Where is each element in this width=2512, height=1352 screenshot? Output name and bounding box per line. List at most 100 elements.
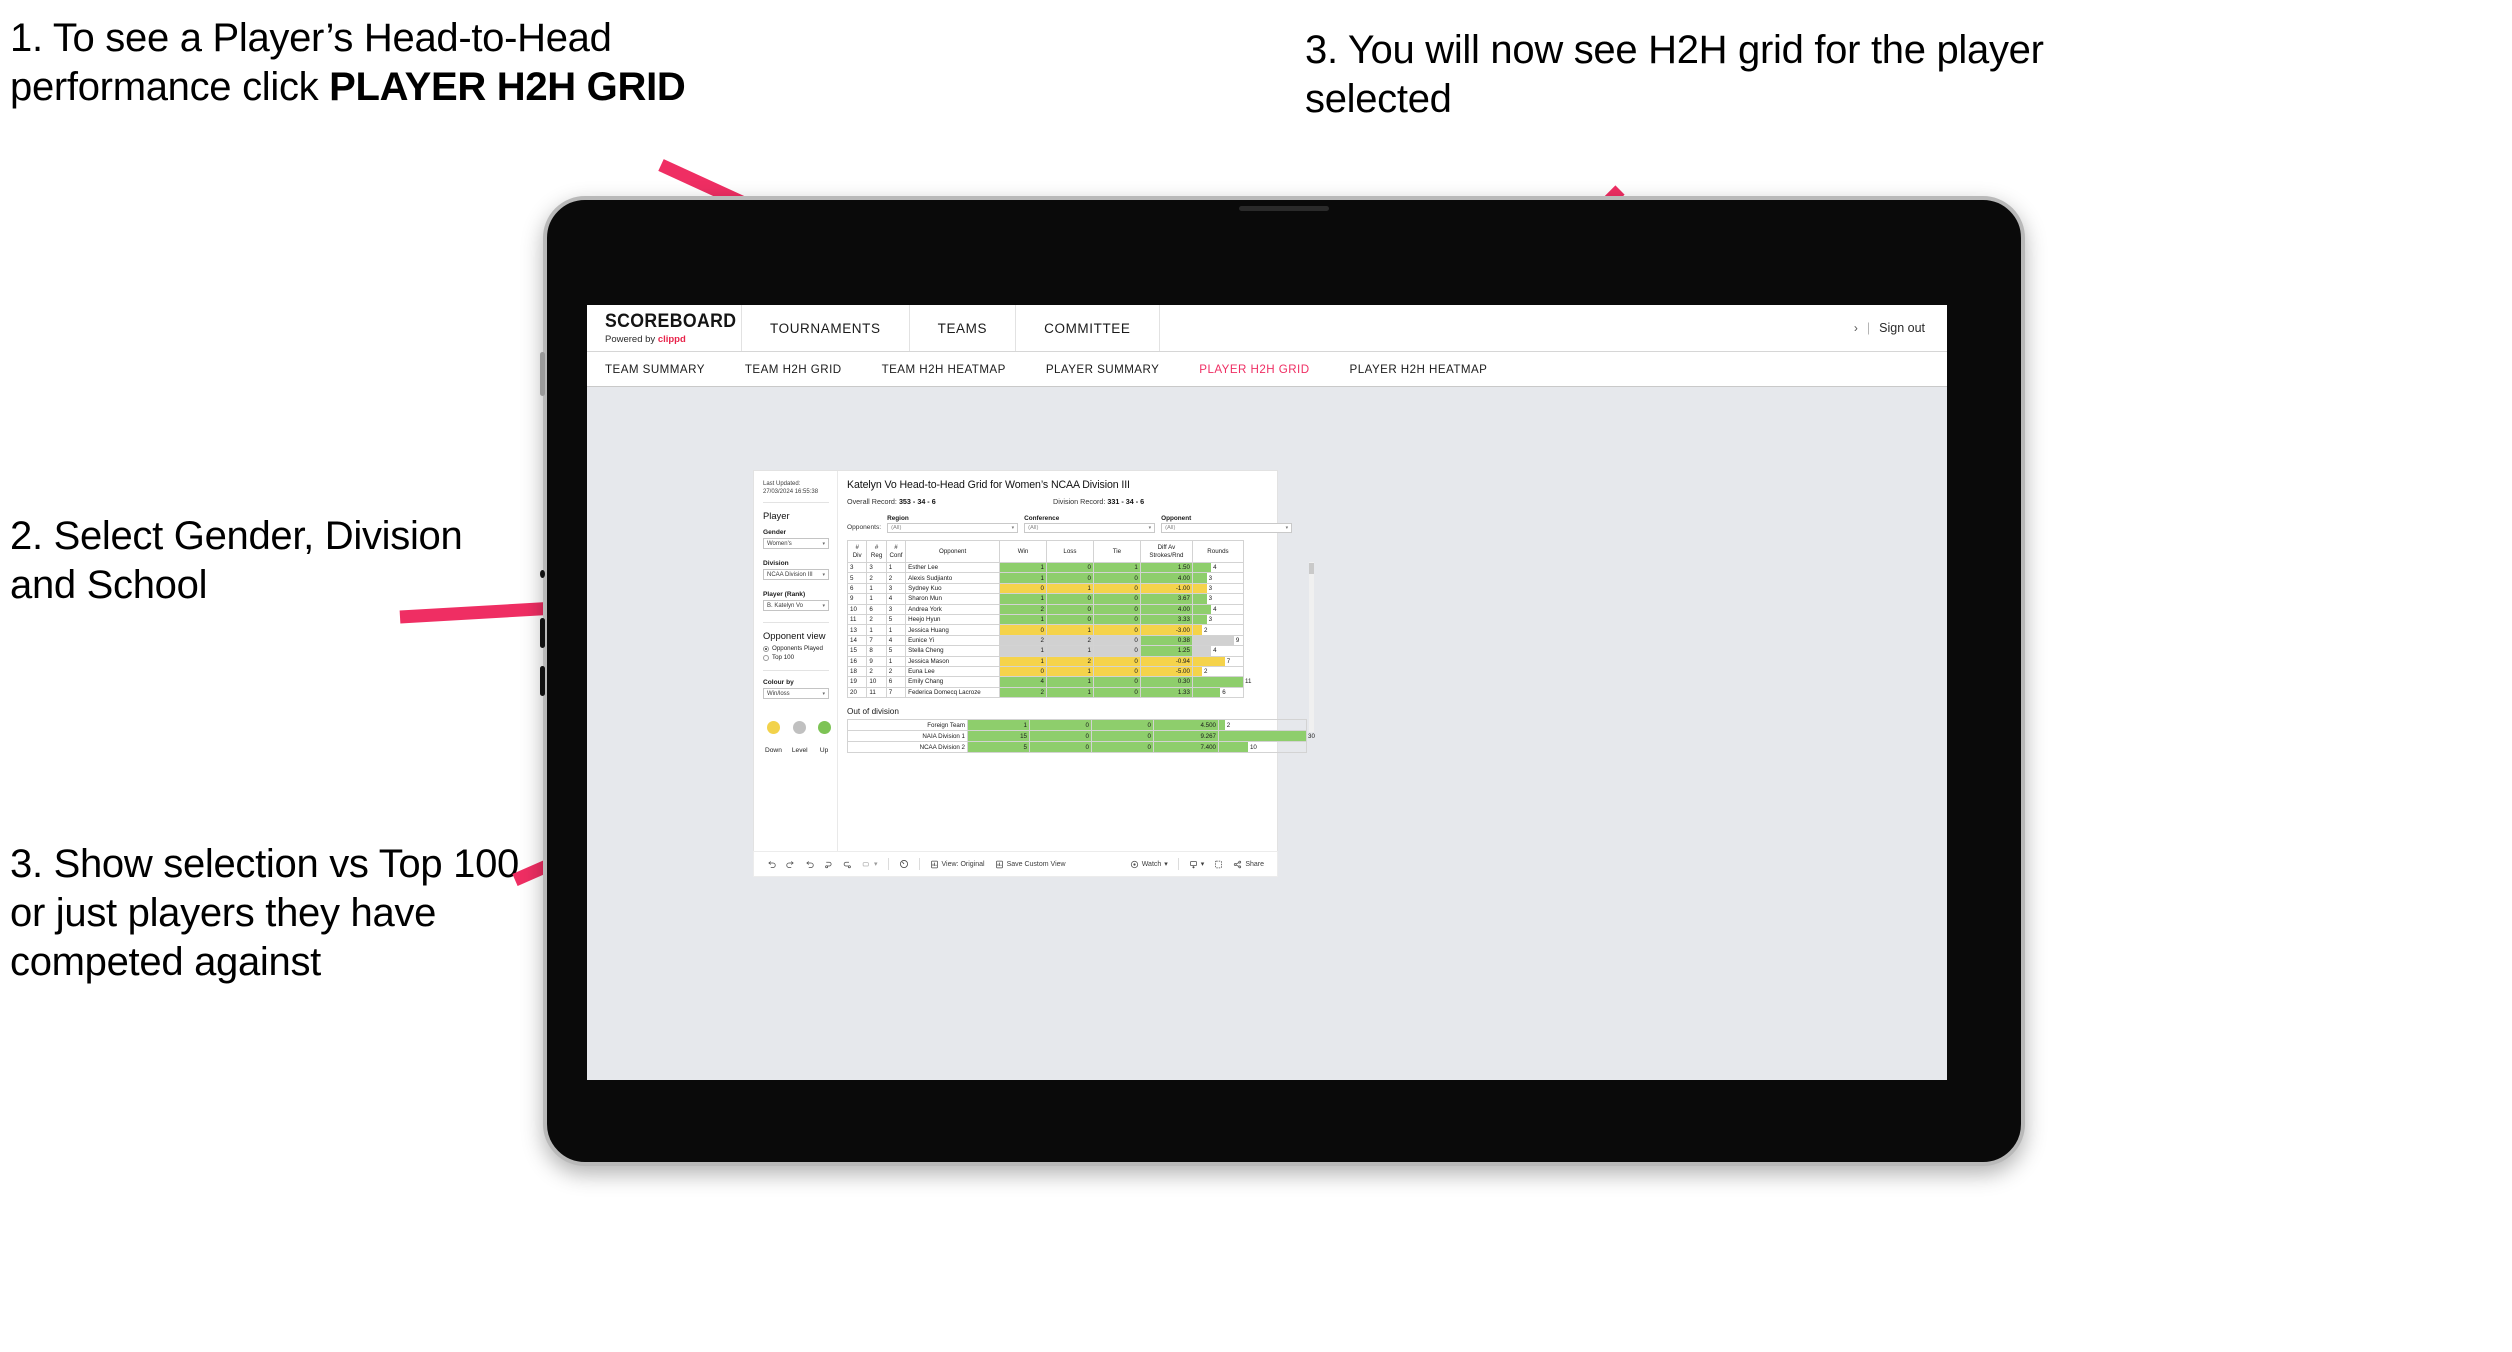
cell-div: 16 xyxy=(846,655,868,667)
device-preview-button[interactable]: ▾ xyxy=(857,860,883,869)
rounds-bar xyxy=(1192,635,1234,646)
cell-tie: 0 xyxy=(1092,603,1141,615)
cell-opponent: Stella Cheng xyxy=(905,645,1001,657)
brand-logo[interactable]: SCOREBOARD Powered by clippd xyxy=(587,305,742,351)
redo-button[interactable] xyxy=(781,860,800,869)
table-row[interactable]: NCAA Division 2 5 0 0 7.400 10 xyxy=(847,741,1307,754)
dashboard-canvas: Last Updated: 27/03/2024 16:55:38 Player… xyxy=(587,387,1947,1080)
cell-reg: 2 xyxy=(866,665,887,678)
divider xyxy=(763,502,829,504)
player-rank-select[interactable]: B. Katelyn Vo ▾ xyxy=(763,600,829,612)
cell-diff: 1.50 xyxy=(1139,561,1193,574)
column-header-conf[interactable]: # Conf xyxy=(885,540,907,563)
column-header-div[interactable]: # Div xyxy=(846,540,868,563)
table-scrollbar-thumb[interactable] xyxy=(1309,563,1314,574)
division-select[interactable]: NCAA Division III ▾ xyxy=(763,569,829,581)
download-button[interactable]: ▾ xyxy=(1184,860,1210,869)
table-row[interactable]: NAIA Division 1 15 0 0 9.267 30 xyxy=(847,730,1315,743)
column-header-loss[interactable]: Loss xyxy=(1046,540,1094,563)
nav-teams[interactable]: TEAMS xyxy=(910,305,1017,351)
cell-reg: 6 xyxy=(866,603,887,615)
device-dot-1 xyxy=(540,570,545,578)
logo-tagline: Powered by clippd xyxy=(605,334,741,345)
table-row[interactable]: 20 11 7 Federica Domecq Lacroze 2 1 0 1.33 6 xyxy=(846,686,1245,699)
table-row[interactable]: 18 2 2 Euna Lee 0 1 0 -5.00 2 xyxy=(846,665,1245,678)
watch-button[interactable]: Watch ▾ xyxy=(1125,860,1173,869)
rounds-bar xyxy=(1192,677,1243,687)
table-scrollbar-track[interactable] xyxy=(1309,562,1314,732)
table-row[interactable]: 19 10 6 Emily Chang 4 1 0 0.30 11 xyxy=(846,676,1252,688)
overall-record-value: 353 - 34 - 6 xyxy=(898,497,936,506)
rounds-bar xyxy=(1219,731,1306,742)
gender-select[interactable]: Women's ▾ xyxy=(763,538,829,550)
conference-select[interactable]: (All) ▾ xyxy=(1024,523,1156,533)
column-header-diff-av-strokes-rnd[interactable]: Diff Av Strokes/Rnd xyxy=(1139,540,1193,563)
pause-button[interactable] xyxy=(894,859,914,869)
table-row[interactable]: 6 1 3 Sydney Kuo 0 1 0 -1.00 3 xyxy=(846,582,1245,595)
cell-diff: 1.33 xyxy=(1139,686,1193,699)
tab-player-h2h-heatmap[interactable]: PLAYER H2H HEATMAP xyxy=(1350,363,1488,376)
undo-button[interactable] xyxy=(762,860,781,869)
column-header-win[interactable]: Win xyxy=(999,540,1047,563)
cell-tie: 0 xyxy=(1092,572,1141,584)
table-row[interactable]: 11 2 5 Heejo Hyun 1 0 0 3.33 3 xyxy=(846,613,1245,626)
sign-out-link[interactable]: Sign out xyxy=(1879,321,1925,335)
cell-tie: 0 xyxy=(1092,645,1141,657)
column-header-reg[interactable]: # Reg xyxy=(866,540,887,563)
fullscreen-button[interactable] xyxy=(1209,860,1228,869)
rounds-value: 11 xyxy=(1245,678,1252,686)
table-row[interactable]: 13 1 1 Jessica Huang 0 1 0 -3.00 2 xyxy=(846,624,1245,636)
column-header-tie[interactable]: Tie xyxy=(1092,540,1141,563)
revert-button[interactable] xyxy=(800,860,819,869)
cell-tie: 0 xyxy=(1092,676,1141,688)
refresh-button[interactable] xyxy=(819,860,838,869)
cell-rounds: 6 xyxy=(1191,686,1245,699)
legend-swatch-level xyxy=(793,721,807,735)
tab-player-h2h-grid[interactable]: PLAYER H2H GRID xyxy=(1199,363,1309,376)
table-row[interactable]: 15 8 5 Stella Cheng 1 1 0 1.25 4 xyxy=(846,645,1245,657)
pause-updates-button[interactable] xyxy=(838,860,857,869)
radio-opponents-played-label: Opponents Played xyxy=(772,645,823,653)
table-row[interactable]: 3 3 1 Esther Lee 1 0 1 1.50 4 xyxy=(846,561,1245,574)
cell-div: 6 xyxy=(846,582,868,595)
cell-tie: 0 xyxy=(1091,719,1154,732)
rounds-bar xyxy=(1192,656,1225,666)
division-record-value: 331 - 34 - 6 xyxy=(1107,497,1145,506)
table-row[interactable]: 14 7 4 Eunice Yi 2 2 0 0.38 9 xyxy=(846,634,1245,647)
cell-div: 14 xyxy=(846,634,868,647)
cell-tie: 0 xyxy=(1092,634,1141,647)
region-select[interactable]: (All) ▾ xyxy=(887,523,1019,533)
rounds-bar xyxy=(1192,604,1212,614)
nav-tournaments[interactable]: TOURNAMENTS xyxy=(742,305,910,351)
radio-opponents-played[interactable]: Opponents Played xyxy=(763,645,829,652)
table-row[interactable]: 5 2 2 Alexis Sudjianto 1 0 0 4.00 3 xyxy=(846,572,1245,584)
table-row[interactable]: 10 6 3 Andrea York 2 0 0 4.00 4 xyxy=(846,603,1245,615)
watch-label: Watch xyxy=(1141,860,1162,868)
view-original-button[interactable]: View: Original xyxy=(925,860,990,869)
cell-win: 1 xyxy=(999,572,1047,584)
tab-team-h2h-heatmap[interactable]: TEAM H2H HEATMAP xyxy=(882,363,1006,376)
cell-loss: 0 xyxy=(1046,613,1094,626)
tablet-screen: SCOREBOARD Powered by clippd TOURNAMENTS… xyxy=(587,305,1947,1080)
tab-player-summary[interactable]: PLAYER SUMMARY xyxy=(1046,363,1159,376)
column-header-opponent[interactable]: Opponent xyxy=(905,540,1001,563)
share-button[interactable]: Share xyxy=(1228,860,1269,869)
opponent-select[interactable]: (All) ▾ xyxy=(1161,523,1293,533)
rounds-value: 2 xyxy=(1204,626,1208,634)
tab-team-h2h-grid[interactable]: TEAM H2H GRID xyxy=(745,363,842,376)
table-row[interactable]: Foreign Team 1 0 0 4.500 2 xyxy=(847,719,1307,732)
overall-record-label: Overall Record: xyxy=(847,497,899,506)
table-row[interactable]: 16 9 1 Jessica Mason 1 2 0 -0.94 7 xyxy=(846,655,1245,667)
cell-div: 18 xyxy=(846,665,868,678)
column-header-rounds[interactable]: Rounds xyxy=(1191,540,1245,563)
cell-diff: 0.30 xyxy=(1139,676,1193,688)
tab-team-summary[interactable]: TEAM SUMMARY xyxy=(605,363,705,376)
chevron-down-icon: ▾ xyxy=(1148,525,1152,531)
radio-top-100[interactable]: Top 100 xyxy=(763,654,829,661)
cell-diff: 4.00 xyxy=(1139,603,1193,615)
save-custom-view-button[interactable]: Save Custom View xyxy=(990,860,1071,869)
colour-by-select[interactable]: Win/loss ▾ xyxy=(763,688,829,700)
table-row[interactable]: 9 1 4 Sharon Mun 1 0 0 3.67 3 xyxy=(846,593,1245,605)
device-dot-3 xyxy=(540,666,545,696)
nav-committee[interactable]: COMMITTEE xyxy=(1016,305,1160,351)
